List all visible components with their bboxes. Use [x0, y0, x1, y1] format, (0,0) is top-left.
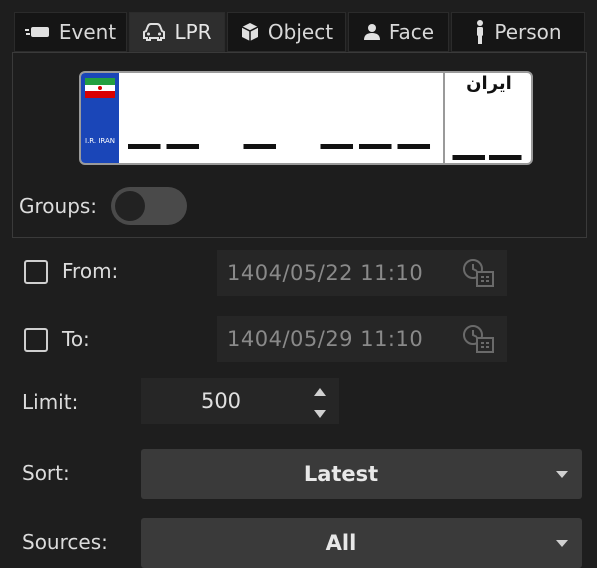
chevron-down-icon — [556, 471, 568, 478]
tab-face[interactable]: Face — [348, 12, 449, 52]
tab-bar: Event LPR Object Face Person — [14, 12, 585, 52]
license-plate-input[interactable]: I.R. IRAN __ _ ___ ایران __ — [79, 71, 533, 165]
groups-toggle[interactable] — [111, 187, 187, 225]
from-datetime-input[interactable]: 1404/05/22 11:10 — [217, 250, 507, 296]
tab-object-label: Object — [267, 20, 334, 44]
sort-dropdown[interactable]: Latest — [141, 449, 582, 499]
plate-side-label: I.R. IRAN — [85, 137, 116, 145]
sources-value: All — [325, 531, 357, 555]
limit-spinbox[interactable]: 500 — [141, 378, 339, 424]
tab-lpr[interactable]: LPR — [129, 12, 225, 52]
chevron-down-icon — [556, 540, 568, 547]
to-label: To: — [62, 327, 90, 351]
limit-label: Limit: — [22, 390, 79, 414]
iran-flag-icon — [85, 78, 115, 98]
event-icon — [24, 25, 51, 39]
lpr-panel: I.R. IRAN __ _ ___ ایران __ Groups: — [12, 52, 587, 238]
sort-value: Latest — [303, 462, 379, 486]
face-icon — [363, 23, 381, 41]
sources-dropdown[interactable]: All — [141, 518, 582, 568]
to-datetime-value: 1404/05/29 11:10 — [227, 327, 424, 351]
sort-label: Sort: — [22, 461, 70, 485]
plate-country-strip: I.R. IRAN — [81, 73, 119, 163]
tab-face-label: Face — [388, 20, 435, 44]
tab-event[interactable]: Event — [14, 12, 127, 52]
cube-icon — [240, 22, 260, 42]
calendar-clock-icon[interactable] — [461, 324, 495, 358]
to-checkbox[interactable] — [24, 328, 48, 352]
decrement-arrow-icon[interactable] — [314, 403, 326, 422]
plate-divider — [443, 73, 445, 163]
spinner-arrows[interactable] — [301, 378, 339, 424]
sources-label: Sources: — [22, 530, 108, 554]
tab-person[interactable]: Person — [451, 12, 585, 52]
calendar-clock-icon[interactable] — [461, 258, 495, 292]
tab-object[interactable]: Object — [227, 12, 346, 52]
plate-region-code[interactable]: __ — [447, 95, 531, 163]
increment-arrow-icon[interactable] — [314, 381, 326, 400]
plate-region: ایران __ — [447, 73, 531, 163]
tab-event-label: Event — [58, 20, 117, 44]
to-datetime-input[interactable]: 1404/05/29 11:10 — [217, 316, 507, 362]
groups-label: Groups: — [19, 194, 98, 218]
from-label: From: — [62, 259, 119, 283]
tab-lpr-label: LPR — [174, 20, 212, 44]
person-icon — [474, 20, 486, 44]
tab-person-label: Person — [494, 20, 562, 44]
from-checkbox[interactable] — [24, 260, 48, 284]
plate-country-text: ایران — [466, 73, 512, 94]
car-icon — [142, 23, 166, 41]
from-datetime-value: 1404/05/22 11:10 — [227, 261, 424, 285]
plate-main-number[interactable]: __ _ ___ — [123, 73, 441, 163]
limit-value: 500 — [200, 389, 242, 413]
